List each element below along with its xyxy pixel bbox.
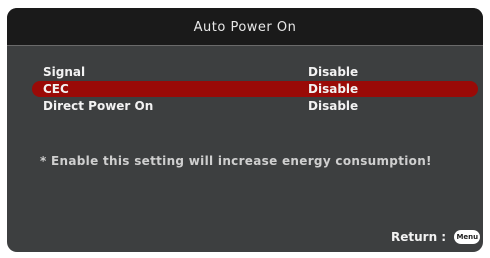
return-hint: Return : Menu: [391, 228, 481, 244]
setting-value[interactable]: Disable: [308, 81, 358, 97]
setting-label: Direct Power On: [43, 99, 154, 113]
menu-button[interactable]: Menu: [454, 229, 481, 244]
setting-value[interactable]: Disable: [308, 64, 358, 80]
setting-row-signal[interactable]: Signal Disable: [32, 64, 478, 80]
title-bar: Auto Power On: [7, 8, 483, 46]
window-title: Auto Power On: [193, 20, 297, 35]
setting-label: CEC: [43, 82, 69, 96]
energy-note: * Enable this setting will increase ener…: [40, 154, 432, 168]
setting-value[interactable]: Disable: [308, 98, 358, 114]
return-label: Return :: [391, 229, 447, 244]
setting-row-direct-power-on[interactable]: Direct Power On Disable: [32, 98, 478, 114]
setting-label: Signal: [43, 65, 86, 79]
osd-window: Auto Power On Signal Disable CEC Disable…: [7, 8, 483, 252]
setting-row-cec[interactable]: CEC Disable: [32, 81, 478, 97]
